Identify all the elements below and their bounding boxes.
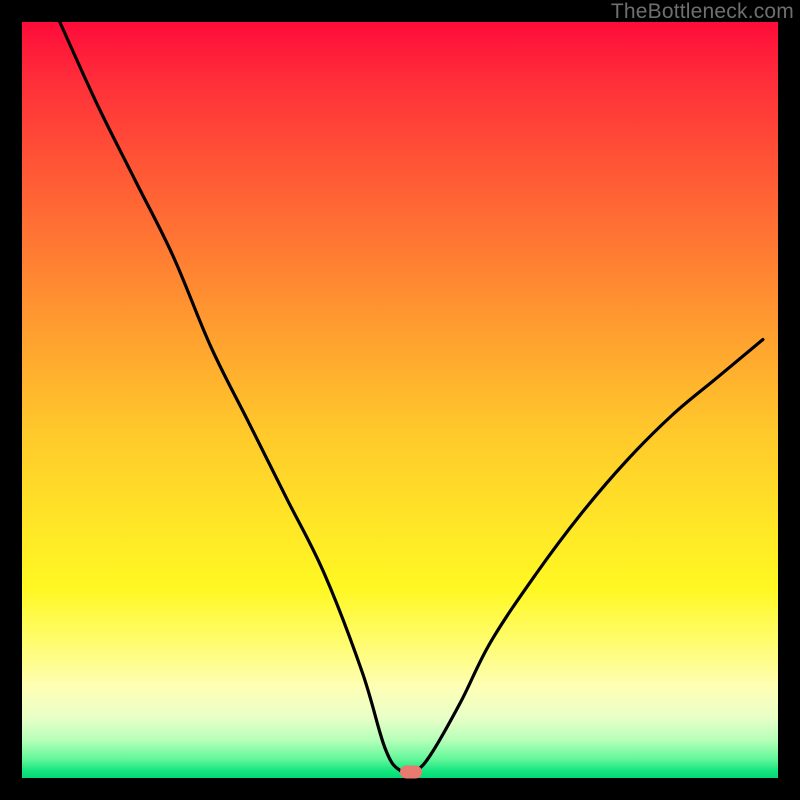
bottleneck-curve	[22, 22, 778, 778]
chart-stage: TheBottleneck.com	[0, 0, 800, 800]
curve-path	[60, 22, 763, 773]
chart-plot-area	[22, 22, 778, 778]
bottleneck-marker-icon	[400, 765, 422, 778]
watermark-text: TheBottleneck.com	[611, 0, 794, 24]
